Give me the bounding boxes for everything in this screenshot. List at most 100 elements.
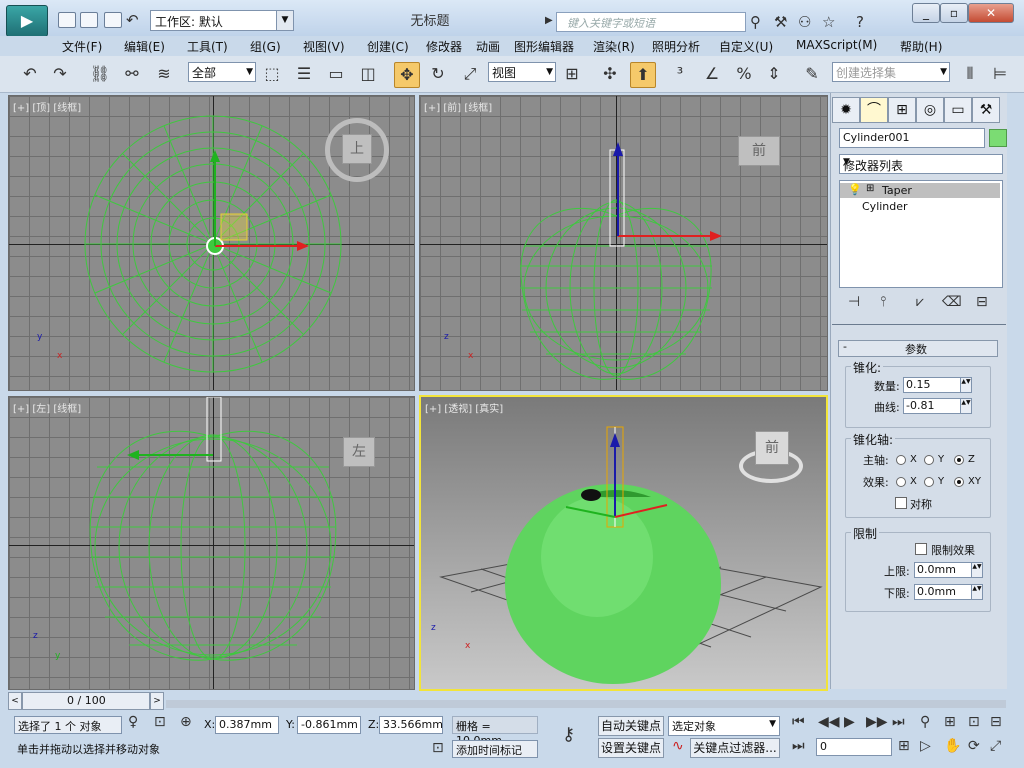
upper-limit-spinner-arrows[interactable]: ▲▼ bbox=[971, 562, 983, 578]
save-file-icon[interactable] bbox=[104, 12, 122, 28]
people-icon[interactable]: ⚇ bbox=[798, 13, 811, 31]
object-color-swatch[interactable] bbox=[989, 129, 1007, 147]
viewport-front[interactable]: [+] [前] [线框] 前 z x bbox=[419, 95, 828, 391]
workspace-dropdown[interactable]: 工作区: 默认 ▼ bbox=[150, 10, 294, 31]
viewport-perspective[interactable]: [+] [透视] [真实] 前 z x bbox=[419, 395, 828, 691]
pan-view-icon[interactable]: ✋ bbox=[944, 738, 961, 754]
curve-spinner-arrows[interactable]: ▲▼ bbox=[960, 398, 972, 414]
effect-x-radio[interactable] bbox=[896, 477, 906, 487]
undo-small-icon[interactable]: ↶ bbox=[126, 11, 139, 29]
viewcube[interactable]: 前 bbox=[738, 136, 780, 166]
amount-spinner-arrows[interactable]: ▲▼ bbox=[960, 377, 972, 393]
window-crossing-icon[interactable]: ◫ bbox=[356, 62, 380, 86]
current-frame-field[interactable]: 0 bbox=[816, 738, 892, 756]
menu-group[interactable]: 组(G) bbox=[250, 38, 281, 55]
create-tab-icon[interactable]: ✹ bbox=[832, 97, 860, 123]
zoom-all-icon[interactable]: ⊞ bbox=[944, 714, 956, 730]
binoculars-icon[interactable]: ⚲ bbox=[750, 13, 761, 31]
zoom-icon[interactable]: ⚲ bbox=[920, 714, 930, 730]
go-to-end-icon[interactable]: ⏭ bbox=[892, 714, 905, 730]
angle-snap-icon[interactable]: ∠ bbox=[700, 62, 724, 86]
field-of-view-icon[interactable]: ▷ bbox=[920, 738, 931, 754]
lock-selection-icon[interactable]: ♀ bbox=[128, 714, 138, 730]
align-icon[interactable]: ⊨ bbox=[988, 62, 1012, 86]
zoom-extents-icon[interactable]: ⊡ bbox=[968, 714, 980, 730]
viewport-top[interactable]: [+] [顶] [线框] 上 y x bbox=[8, 95, 415, 391]
maximize-button[interactable]: ▫ bbox=[940, 3, 968, 23]
primary-y-radio[interactable] bbox=[924, 455, 934, 465]
menu-maxscript[interactable]: MAXScript(M) bbox=[796, 38, 877, 52]
open-file-icon[interactable] bbox=[80, 12, 98, 28]
minimize-button[interactable]: _ bbox=[912, 3, 940, 23]
select-and-manipulate-icon[interactable]: ✣ bbox=[598, 62, 622, 86]
viewcube[interactable]: 上 bbox=[342, 134, 372, 164]
effect-xy-radio[interactable] bbox=[954, 477, 964, 487]
time-next-icon[interactable]: > bbox=[150, 692, 164, 710]
modifier-list-dropdown[interactable]: 修改器列表 ▼ bbox=[839, 154, 1003, 174]
next-frame-icon[interactable]: ▶▶ bbox=[866, 714, 888, 730]
redo-icon[interactable]: ↷ bbox=[48, 62, 72, 86]
reference-coordinate-dropdown[interactable]: 视图 ▼ bbox=[488, 62, 556, 82]
spinner-snap-icon[interactable]: ⇕ bbox=[762, 62, 786, 86]
play-icon[interactable]: ▶ bbox=[844, 714, 855, 730]
select-by-name-icon[interactable]: ☰ bbox=[292, 62, 316, 86]
keyboard-shortcut-override-icon[interactable]: ⬆ bbox=[630, 62, 656, 88]
menu-view[interactable]: 视图(V) bbox=[303, 38, 345, 55]
new-file-icon[interactable] bbox=[58, 12, 76, 28]
menu-help[interactable]: 帮助(H) bbox=[900, 38, 942, 55]
y-coord-field[interactable]: -0.861mm bbox=[297, 716, 361, 734]
time-configuration-icon[interactable]: ⊞ bbox=[898, 738, 910, 754]
select-and-rotate-icon[interactable]: ↻ bbox=[426, 62, 450, 86]
lower-limit-spinner-arrows[interactable]: ▲▼ bbox=[971, 584, 983, 600]
motion-tab-icon[interactable]: ◎ bbox=[916, 97, 944, 123]
menu-tools[interactable]: 工具(T) bbox=[187, 38, 228, 55]
menu-file[interactable]: 文件(F) bbox=[62, 38, 102, 55]
add-time-tag-button[interactable]: 添加时间标记 bbox=[452, 740, 538, 758]
select-and-move-icon[interactable]: ✥ bbox=[394, 62, 420, 88]
wrench-icon[interactable]: ⚒ bbox=[774, 13, 787, 31]
selection-filter-dropdown[interactable]: 全部 ▼ bbox=[188, 62, 256, 82]
unlink-icon[interactable]: ⚯ bbox=[120, 62, 144, 86]
rectangular-selection-icon[interactable]: ▭ bbox=[324, 62, 348, 86]
show-end-result-icon[interactable]: ⫯ bbox=[880, 294, 886, 310]
transform-type-in-icon[interactable]: ⊕ bbox=[180, 714, 192, 730]
menu-graph-editors[interactable]: 图形编辑器 bbox=[514, 38, 574, 55]
menu-animation[interactable]: 动画 bbox=[476, 38, 500, 55]
undo-icon[interactable]: ↶ bbox=[18, 62, 42, 86]
key-filters-button[interactable]: 关键点过滤器... bbox=[690, 738, 780, 758]
x-coord-field[interactable]: 0.387mm bbox=[215, 716, 279, 734]
display-tab-icon[interactable]: ▭ bbox=[944, 97, 972, 123]
make-unique-icon[interactable]: ⩗ bbox=[916, 294, 924, 310]
z-coord-field[interactable]: 33.566mm bbox=[379, 716, 443, 734]
named-selection-set-dropdown[interactable]: 创建选择集 ▼ bbox=[832, 62, 950, 82]
maximize-viewport-icon[interactable]: ⤢ bbox=[990, 738, 1001, 754]
percent-snap-icon[interactable]: % bbox=[732, 62, 756, 86]
key-icon[interactable]: ⚷ bbox=[562, 724, 575, 745]
pivot-center-icon[interactable]: ⊞ bbox=[560, 62, 584, 86]
configure-modifier-sets-icon[interactable]: ⊟ bbox=[976, 294, 988, 310]
symmetry-checkbox[interactable] bbox=[895, 497, 907, 509]
absolute-mode-icon[interactable]: ⊡ bbox=[154, 714, 166, 730]
lower-limit-spinner[interactable]: 0.0mm bbox=[914, 584, 972, 600]
time-slider[interactable]: 0 / 100 bbox=[22, 692, 150, 710]
select-and-scale-icon[interactable]: ⤢ bbox=[458, 62, 482, 86]
limit-effect-checkbox[interactable] bbox=[915, 543, 927, 555]
upper-limit-spinner[interactable]: 0.0mm bbox=[914, 562, 972, 578]
auto-key-button[interactable]: 自动关键点 bbox=[598, 716, 664, 736]
search-expand-icon[interactable]: ▶ bbox=[545, 15, 553, 26]
menu-rendering[interactable]: 渲染(R) bbox=[593, 38, 635, 55]
zoom-extents-all-icon[interactable]: ⊟ bbox=[990, 714, 1002, 730]
hierarchy-tab-icon[interactable]: ⊞ bbox=[888, 97, 916, 123]
close-button[interactable]: ✕ bbox=[968, 3, 1014, 23]
track-bar[interactable] bbox=[166, 700, 1006, 708]
viewcube[interactable]: 左 bbox=[343, 437, 375, 467]
menu-edit[interactable]: 编辑(E) bbox=[124, 38, 165, 55]
menu-create[interactable]: 创建(C) bbox=[367, 38, 409, 55]
search-input[interactable]: ▶ 键入关键字或短语 bbox=[545, 12, 746, 32]
select-object-icon[interactable]: ⬚ bbox=[260, 62, 284, 86]
primary-x-radio[interactable] bbox=[896, 455, 906, 465]
primary-z-radio[interactable] bbox=[954, 455, 964, 465]
expand-plus-icon[interactable]: ⊞ bbox=[866, 183, 874, 194]
stack-item-taper[interactable]: 💡 ⊞ Taper bbox=[840, 183, 1000, 198]
go-to-start-icon[interactable]: ⏮ bbox=[792, 714, 805, 730]
